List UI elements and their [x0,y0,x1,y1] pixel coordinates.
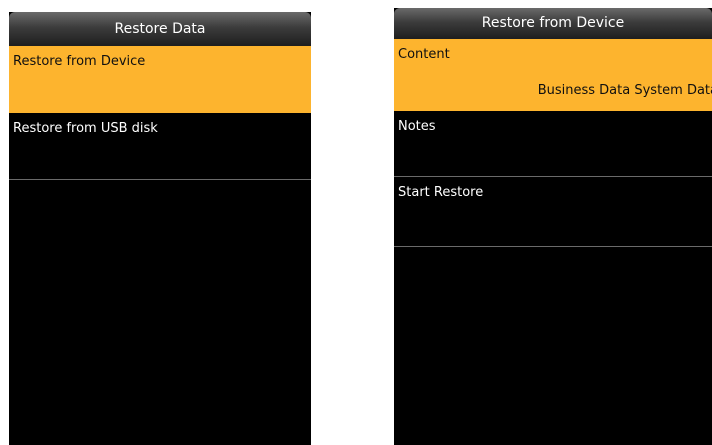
restore-data-screen: Restore Data Restore from Device Restore… [9,12,311,445]
menu-item-label: Start Restore [398,185,484,200]
menu-item-label: Content [398,47,450,62]
restore-from-device-screen: Restore from Device Content Business Dat… [394,8,712,445]
screen-title: Restore Data [9,12,311,46]
menu-item-notes[interactable]: Notes [394,111,712,177]
menu-item-label: Restore from USB disk [13,121,158,136]
menu-item-content[interactable]: Content Business Data System Data [394,39,712,111]
screen-title: Restore from Device [394,8,712,39]
menu-item-label: Restore from Device [13,54,146,69]
menu-item-start-restore[interactable]: Start Restore [394,177,712,247]
content-value: Business Data System Data [537,83,712,98]
menu-item-label: Notes [398,119,436,134]
menu-item-restore-from-usb-disk[interactable]: Restore from USB disk [9,113,311,180]
menu-item-restore-from-device[interactable]: Restore from Device [9,46,311,113]
